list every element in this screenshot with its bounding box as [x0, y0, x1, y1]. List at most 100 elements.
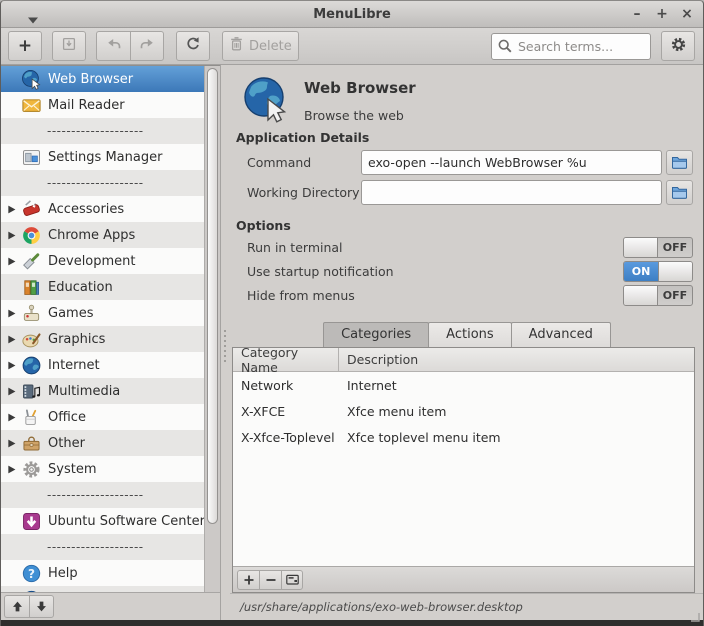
expander-spacer: [6, 150, 21, 164]
expander-triangle-icon[interactable]: [6, 358, 21, 372]
titlebar[interactable]: MenuLibre – + ×: [1, 1, 703, 28]
sidebar-separator[interactable]: --------------------: [1, 170, 204, 196]
expander-triangle-icon[interactable]: [6, 462, 21, 476]
add-category-button[interactable]: [237, 570, 259, 590]
tab-categories[interactable]: Categories: [323, 322, 429, 347]
switch-handle[interactable]: [658, 262, 692, 281]
switch-handle[interactable]: [624, 238, 658, 257]
editor-subtitle: Browse the web: [304, 108, 416, 123]
delete-button[interactable]: Delete: [222, 31, 299, 61]
window-menu-icon[interactable]: [27, 10, 39, 20]
arrow-down-icon: [35, 600, 48, 613]
pane-splitter[interactable]: [221, 65, 230, 620]
editor-title: Web Browser: [304, 79, 416, 97]
sidebar-item-graphics[interactable]: Graphics: [1, 326, 204, 352]
expander-triangle-icon[interactable]: [6, 306, 21, 320]
sidebar-item-system[interactable]: System: [1, 456, 204, 482]
tab-advanced[interactable]: Advanced: [511, 322, 611, 347]
table-row[interactable]: NetworkInternet: [233, 372, 694, 398]
sidebar-item-mail-reader[interactable]: Mail Reader: [1, 92, 204, 118]
expander-spacer: [6, 98, 21, 112]
toggle-switch-off[interactable]: OFF: [623, 237, 693, 258]
expander-triangle-icon[interactable]: [6, 410, 21, 424]
folder-icon: [671, 185, 688, 200]
sidebar-item-ubuntu-software-center[interactable]: Ubuntu Software Center: [1, 508, 204, 534]
command-browse-button[interactable]: [666, 150, 693, 175]
close-button[interactable]: ×: [679, 6, 695, 22]
sidebar-item-help[interactable]: ?Help: [1, 560, 204, 586]
refresh-button[interactable]: [176, 31, 210, 61]
expander-triangle-icon[interactable]: [6, 384, 21, 398]
resize-grip[interactable]: [690, 607, 700, 617]
option-row: Run in terminal OFF: [230, 235, 703, 259]
move-down-button[interactable]: [29, 595, 54, 618]
expander-triangle-icon[interactable]: [6, 228, 21, 242]
statusbar: /usr/share/applications/exo-web-browser.…: [230, 593, 703, 620]
sidebar-item-development[interactable]: Development: [1, 248, 204, 274]
help-icon: ?: [21, 563, 42, 584]
sidebar-separator[interactable]: --------------------: [1, 534, 204, 560]
redo-button[interactable]: [130, 31, 164, 61]
sidebar-item-settings-manager[interactable]: Settings Manager: [1, 144, 204, 170]
column-header-description[interactable]: Description: [339, 348, 694, 371]
column-header-category-name[interactable]: Category Name: [233, 348, 339, 371]
plus-icon: [243, 574, 255, 586]
sidebar-item-chrome-apps[interactable]: Chrome Apps: [1, 222, 204, 248]
clear-categories-button[interactable]: [281, 570, 303, 590]
expander-triangle-icon[interactable]: [6, 436, 21, 450]
add-button[interactable]: +: [8, 31, 42, 61]
games-icon: [21, 303, 42, 324]
switch-state-label: OFF: [658, 238, 692, 257]
search-input[interactable]: [491, 33, 651, 60]
move-up-button[interactable]: [4, 595, 29, 618]
expander-triangle-icon[interactable]: [6, 254, 21, 268]
categories-table: Category Name Description NetworkInterne…: [232, 347, 695, 593]
search-magnifier-icon: [497, 38, 513, 54]
option-row: Hide from menusOFF: [230, 283, 703, 307]
expander-spacer: [6, 514, 21, 528]
scrollbar-handle[interactable]: [207, 68, 218, 524]
multimedia-icon: [21, 381, 42, 402]
sidebar-item-label: Mail Reader: [48, 98, 125, 113]
sidebar-item-multimedia[interactable]: Multimedia: [1, 378, 204, 404]
save-icon: [61, 36, 77, 56]
trash-icon: [229, 36, 244, 56]
separator-dashes: --------------------: [6, 176, 144, 190]
tab-actions[interactable]: Actions: [428, 322, 512, 347]
sidebar-separator[interactable]: --------------------: [1, 482, 204, 508]
option-label: Run in terminal: [247, 240, 623, 255]
sidebar-item-games[interactable]: Games: [1, 300, 204, 326]
sidebar-scrollbar[interactable]: [204, 66, 220, 592]
remove-category-button[interactable]: [259, 570, 281, 590]
working-directory-browse-button[interactable]: [666, 180, 693, 205]
ubuntu-software-center-icon: [21, 511, 42, 532]
working-directory-input[interactable]: [361, 180, 662, 205]
switch-handle[interactable]: [624, 286, 658, 305]
sidebar-item-accessories[interactable]: Accessories: [1, 196, 204, 222]
sidebar-separator[interactable]: --------------------: [1, 118, 204, 144]
sidebar-item-education[interactable]: Education: [1, 274, 204, 300]
settings-button[interactable]: [661, 31, 695, 61]
maximize-button[interactable]: +: [654, 6, 670, 22]
sidebar-item-internet[interactable]: Internet: [1, 352, 204, 378]
expander-triangle-icon[interactable]: [6, 202, 21, 216]
sidebar-item-web-browser[interactable]: Web Browser: [1, 66, 204, 92]
development-icon: [21, 251, 42, 272]
command-input[interactable]: [361, 150, 662, 175]
other-icon: [21, 433, 42, 454]
options-heading: Options: [230, 215, 703, 235]
switch-state-label: ON: [624, 262, 658, 281]
sidebar-item-office[interactable]: Office: [1, 404, 204, 430]
save-button[interactable]: [52, 31, 86, 61]
toggle-switch-off[interactable]: OFF: [623, 285, 693, 306]
minimize-button[interactable]: –: [629, 6, 645, 22]
option-label: Hide from menus: [247, 288, 623, 303]
toggle-switch-on[interactable]: ON: [623, 261, 693, 282]
undo-button[interactable]: [96, 31, 130, 61]
table-row[interactable]: X-Xfce-ToplevelXfce toplevel menu item: [233, 424, 694, 450]
sidebar-item-other[interactable]: Other: [1, 430, 204, 456]
separator-dashes: --------------------: [6, 124, 144, 138]
table-row[interactable]: X-XFCEXfce menu item: [233, 398, 694, 424]
sidebar-item-label: Games: [48, 306, 93, 321]
expander-triangle-icon[interactable]: [6, 332, 21, 346]
